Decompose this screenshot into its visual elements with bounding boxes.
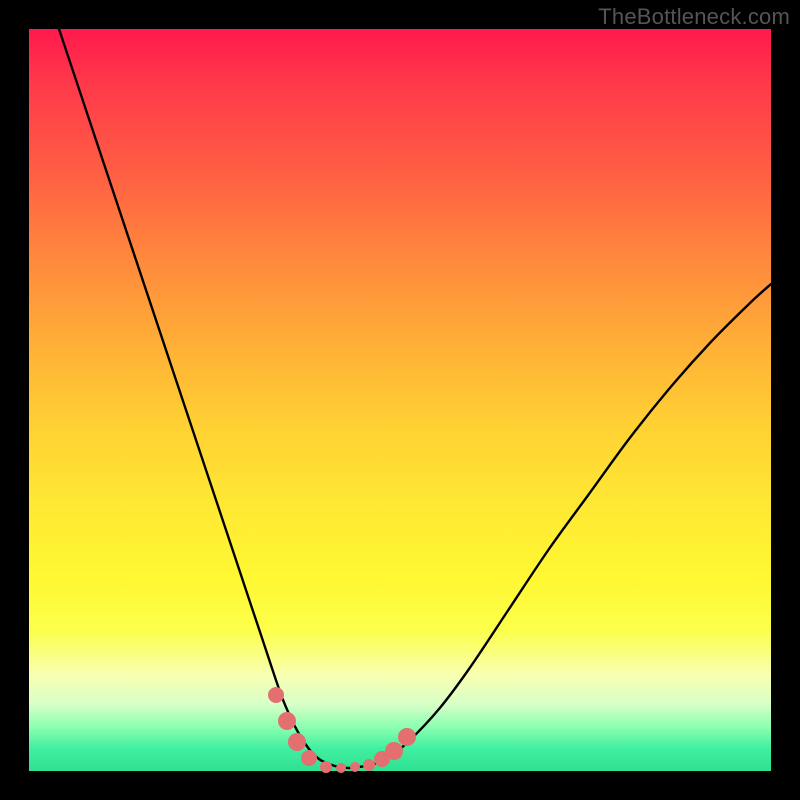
plot-area	[29, 29, 771, 771]
marker-dot	[385, 742, 403, 760]
bottleneck-curve	[59, 29, 771, 768]
watermark-text: TheBottleneck.com	[598, 4, 790, 30]
chart-svg	[29, 29, 771, 771]
marker-dot	[398, 728, 416, 746]
marker-dot	[363, 759, 375, 771]
outer-frame: TheBottleneck.com	[0, 0, 800, 800]
marker-dot	[278, 712, 296, 730]
marker-dot	[288, 733, 306, 751]
marker-dot	[320, 761, 332, 773]
marker-dot	[336, 763, 346, 773]
marker-dots	[268, 687, 416, 773]
marker-dot	[350, 762, 360, 772]
marker-dot	[268, 687, 284, 703]
marker-dot	[301, 750, 317, 766]
